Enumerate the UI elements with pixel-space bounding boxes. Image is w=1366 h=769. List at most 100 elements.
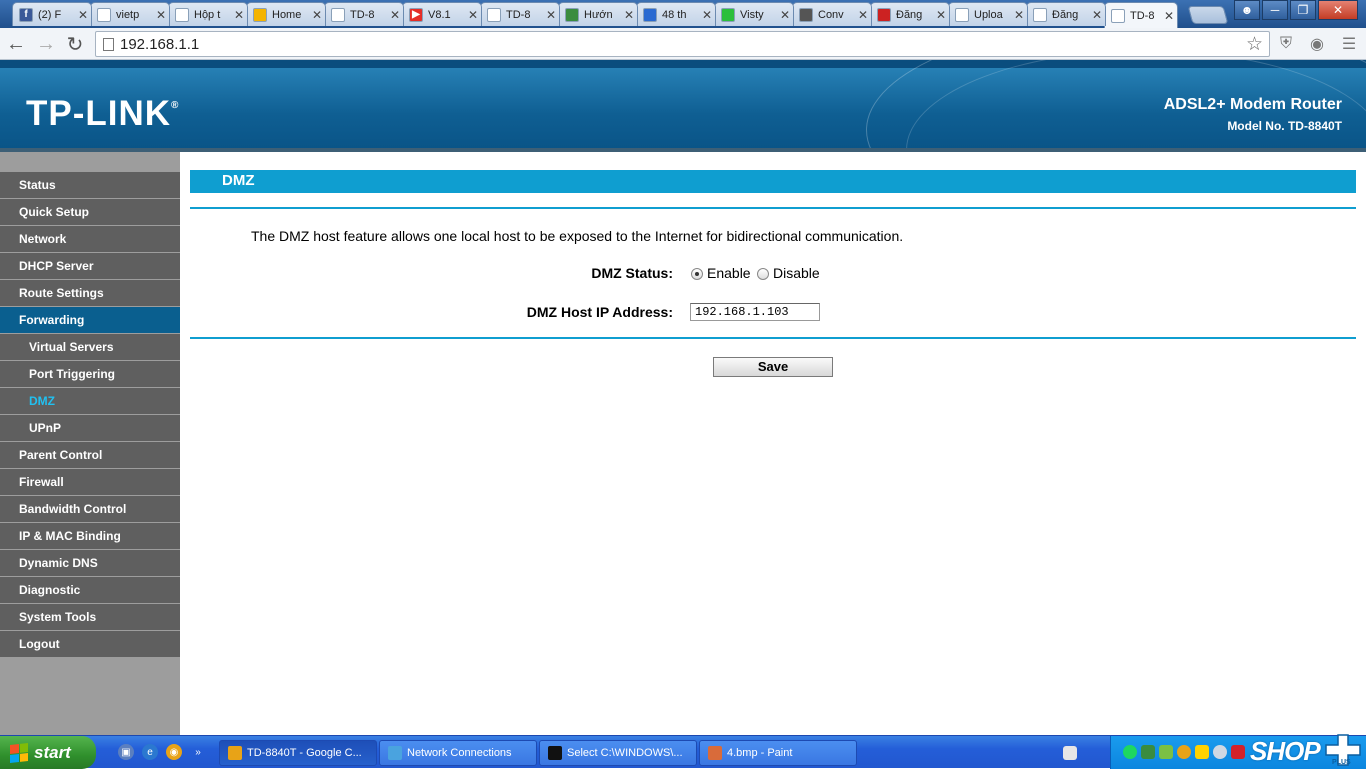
tab-close-icon[interactable]: ✕ <box>933 8 949 22</box>
page-title-bar: DMZ <box>190 170 1356 193</box>
browser-tab[interactable]: M Hộp t ✕ <box>168 2 248 26</box>
tab-close-icon[interactable]: ✕ <box>777 8 793 22</box>
shield-extension-icon[interactable]: ⛨ <box>1275 33 1297 55</box>
dmz-disable-radio[interactable] <box>757 268 769 280</box>
sidebar-item-logout[interactable]: Logout <box>0 631 180 657</box>
sidebar-item-diagnostic[interactable]: Diagnostic <box>0 577 180 603</box>
tab-favicon-icon <box>253 7 267 22</box>
sidebar-item-bandwidth-control[interactable]: Bandwidth Control <box>0 496 180 522</box>
browser-tab[interactable]: f (2) F ✕ <box>12 2 92 26</box>
tab-close-icon[interactable]: ✕ <box>1011 8 1027 22</box>
browser-tab[interactable]: 48 th ✕ <box>636 2 716 26</box>
internet-explorer-icon[interactable]: e <box>142 744 158 760</box>
browser-tab[interactable]: TD-8 ✕ <box>480 2 560 26</box>
sidebar-item-network[interactable]: Network <box>0 226 180 252</box>
new-tab-button[interactable] <box>1187 6 1229 24</box>
sidebar-item-dynamic-dns[interactable]: Dynamic DNS <box>0 550 180 576</box>
plus-logo-icon: PLUS <box>1325 734 1361 766</box>
tab-label: TD-8 <box>350 8 375 21</box>
tray-arrows-icon[interactable] <box>1085 746 1099 760</box>
product-name: ADSL2+ Modem Router <box>1163 96 1342 113</box>
taskbar-window-button[interactable]: 4.bmp - Paint <box>699 740 857 766</box>
tab-close-icon[interactable]: ✕ <box>1089 8 1105 22</box>
dmz-disable-label[interactable]: Disable <box>773 265 820 281</box>
taskbar-window-button[interactable]: Select C:\WINDOWS\... <box>539 740 697 766</box>
browser-tab[interactable]: Đăng ✕ <box>870 2 950 26</box>
browser-tab[interactable]: TD-8 ✕ <box>1104 2 1178 28</box>
sidebar-item-virtual-servers[interactable]: Virtual Servers <box>0 334 180 360</box>
sidebar-item-system-tools[interactable]: System Tools <box>0 604 180 630</box>
start-button[interactable]: start <box>0 736 96 769</box>
sidebar-item-route-settings[interactable]: Route Settings <box>0 280 180 306</box>
dmz-enable-radio[interactable] <box>691 268 703 280</box>
logo-text: TP-LINK <box>26 94 172 133</box>
shield-tray-icon[interactable] <box>1159 745 1173 759</box>
browser-tab[interactable]: Conv ✕ <box>792 2 872 26</box>
chrome-quicklaunch-icon[interactable]: ◉ <box>166 744 182 760</box>
close-window-button[interactable]: ✕ <box>1318 0 1358 20</box>
tab-close-icon[interactable]: ✕ <box>231 8 247 22</box>
tab-favicon-icon <box>1033 7 1047 22</box>
taskbar-window-button[interactable]: Network Connections <box>379 740 537 766</box>
browser-tab[interactable]: ▶ V8.1 ✕ <box>402 2 482 26</box>
tab-close-icon[interactable]: ✕ <box>621 8 637 22</box>
browser-tab[interactable]: Hướn ✕ <box>558 2 638 26</box>
browser-tab[interactable]: Visty ✕ <box>714 2 794 26</box>
back-icon[interactable]: ← <box>4 32 28 56</box>
sidebar-item-parent-control[interactable]: Parent Control <box>0 442 180 468</box>
windows-flag-icon <box>10 742 28 763</box>
logo-registered-mark: ® <box>171 100 180 111</box>
sidebar-item-forwarding[interactable]: Forwarding <box>0 307 180 333</box>
help-icon[interactable] <box>1063 746 1077 760</box>
plus-label: PLUS <box>1332 759 1351 766</box>
search-tray-icon[interactable] <box>1213 745 1227 759</box>
tab-close-icon[interactable]: ✕ <box>75 8 91 22</box>
show-desktop-icon[interactable]: ▣ <box>118 744 134 760</box>
sidebar-item-ip-mac-binding[interactable]: IP & MAC Binding <box>0 523 180 549</box>
tab-close-icon[interactable]: ✕ <box>309 8 325 22</box>
sidebar-item-dmz[interactable]: DMZ <box>0 388 180 414</box>
tab-close-icon[interactable]: ✕ <box>465 8 481 22</box>
dmz-enable-label[interactable]: Enable <box>707 265 751 281</box>
browser-tab[interactable]: Uploa ✕ <box>948 2 1028 26</box>
tab-close-icon[interactable]: ✕ <box>387 8 403 22</box>
tab-close-icon[interactable]: ✕ <box>543 8 559 22</box>
user-profile-button[interactable]: ☻ <box>1234 0 1260 20</box>
globe-extension-icon[interactable]: ◉ <box>1306 33 1328 55</box>
sidebar-menu: Status Quick Setup Network DHCP Server Route… <box>0 152 180 735</box>
tab-close-icon[interactable]: ✕ <box>1161 9 1177 23</box>
menu-icon[interactable]: ☰ <box>1338 33 1360 55</box>
shop-plus-watermark: SHOP <box>1250 736 1321 766</box>
maximize-button[interactable]: ❐ <box>1290 0 1316 20</box>
sidebar-item-upnp[interactable]: UPnP <box>0 415 180 441</box>
minimize-button[interactable]: ─ <box>1262 0 1288 20</box>
tab-close-icon[interactable]: ✕ <box>153 8 169 22</box>
sidebar-item-quick-setup[interactable]: Quick Setup <box>0 199 180 225</box>
save-button[interactable]: Save <box>713 357 833 377</box>
dmz-host-ip-input[interactable]: 192.168.1.103 <box>690 303 820 321</box>
network-tray-icon[interactable] <box>1141 745 1155 759</box>
sidebar-item-dhcp-server[interactable]: DHCP Server <box>0 253 180 279</box>
antivirus-tray-icon[interactable] <box>1231 745 1245 759</box>
taskbar-button-label: TD-8840T - Google C... <box>247 747 362 759</box>
browser-tab[interactable]: TD-8 ✕ <box>324 2 404 26</box>
address-bar[interactable]: 192.168.1.1 ☆ <box>95 31 1270 57</box>
reload-icon[interactable]: ↻ <box>63 32 87 56</box>
bookmark-star-icon[interactable]: ☆ <box>1246 33 1263 56</box>
page-icon <box>103 38 114 51</box>
tab-close-icon[interactable]: ✕ <box>855 8 871 22</box>
chrome-tray-icon[interactable] <box>1177 745 1191 759</box>
security-tray-icon[interactable] <box>1195 745 1209 759</box>
browser-tab[interactable]: Đăng ✕ <box>1026 2 1106 26</box>
forward-icon[interactable]: → <box>34 32 58 56</box>
chevron-right-icon[interactable]: » <box>190 744 206 760</box>
browser-tab[interactable]: Home ✕ <box>246 2 326 26</box>
taskbar-window-button[interactable]: TD-8840T - Google C... <box>219 740 377 766</box>
browser-tab[interactable]: Gvietp ✕ <box>90 2 170 26</box>
tab-close-icon[interactable]: ✕ <box>699 8 715 22</box>
sidebar-item-firewall[interactable]: Firewall <box>0 469 180 495</box>
sidebar-item-port-triggering[interactable]: Port Triggering <box>0 361 180 387</box>
sidebar-item-status[interactable]: Status <box>0 172 180 198</box>
tab-favicon-icon: G <box>97 7 111 22</box>
spotify-icon[interactable] <box>1123 745 1137 759</box>
